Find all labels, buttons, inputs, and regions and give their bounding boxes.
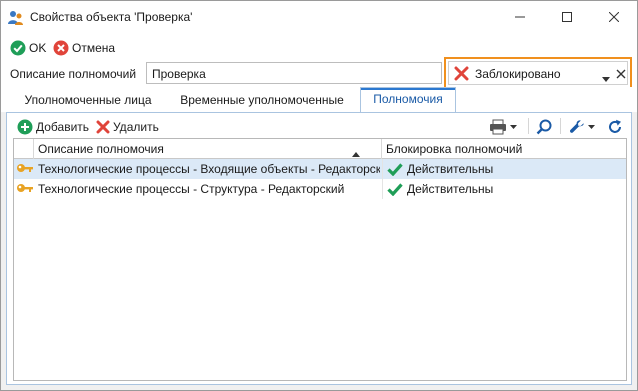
- title-bar: Свойства объекта 'Проверка': [1, 1, 637, 33]
- checkmark-circle-icon: [10, 40, 26, 55]
- properties-dialog: Свойства объекта 'Проверка' OK Отмена Оп…: [0, 0, 638, 391]
- column-divider: [382, 179, 383, 199]
- row-description: Технологические процессы - Структура - Р…: [38, 182, 345, 196]
- description-row: Описание полномочий Проверка Заблокирова…: [1, 57, 637, 89]
- window-title: Свойства объекта 'Проверка': [30, 10, 193, 24]
- close-button[interactable]: [591, 1, 637, 33]
- key-icon: [16, 181, 34, 200]
- printer-icon: [490, 119, 506, 134]
- green-check-icon: [387, 162, 403, 179]
- maximize-button[interactable]: [544, 1, 590, 33]
- grid-header: Описание полномочия Блокировка полномочи…: [14, 139, 626, 159]
- search-button[interactable]: [536, 118, 552, 135]
- permissions-panel: Добавить Удалить Описание полномочия Бло…: [6, 112, 632, 385]
- table-row[interactable]: Технологические процессы - Входящие объе…: [14, 159, 626, 179]
- row-description: Технологические процессы - Входящие объе…: [38, 162, 380, 176]
- refresh-button[interactable]: [607, 118, 623, 135]
- search-icon: [536, 119, 552, 134]
- ok-label: OK: [29, 40, 47, 55]
- clear-icon[interactable]: [616, 68, 626, 82]
- sort-ascending-icon: [352, 146, 360, 160]
- key-icon: [16, 161, 34, 180]
- toolbar-separator: [560, 118, 561, 134]
- row-indicator-header: [14, 139, 34, 159]
- status-field: Заблокировано: [448, 61, 628, 85]
- users-icon: [8, 10, 24, 26]
- tab-strip: Уполномоченные лица Временные уполномоче…: [1, 87, 637, 113]
- chevron-down-icon: [510, 124, 517, 129]
- description-label: Описание полномочий: [10, 67, 137, 81]
- wrench-icon: [569, 119, 584, 133]
- print-button[interactable]: [489, 118, 517, 135]
- table-row[interactable]: Технологические процессы - Структура - Р…: [14, 179, 626, 199]
- column-divider: [382, 159, 383, 179]
- tab-permissions[interactable]: Полномочия: [360, 87, 456, 113]
- ok-button[interactable]: OK: [10, 39, 46, 56]
- plus-circle-icon: [17, 119, 33, 134]
- cancel-circle-icon: [53, 40, 69, 55]
- toolbar-separator: [528, 118, 529, 134]
- delete-button[interactable]: Удалить: [96, 118, 159, 135]
- active-tab-indicator: [361, 88, 455, 90]
- settings-button[interactable]: [569, 118, 595, 135]
- delete-label: Удалить: [113, 119, 159, 134]
- permissions-grid: Описание полномочия Блокировка полномочи…: [13, 138, 627, 381]
- status-combobox[interactable]: Заблокировано: [444, 57, 632, 89]
- cancel-label: Отмена: [72, 40, 116, 55]
- add-button[interactable]: Добавить: [17, 118, 89, 135]
- status-value: Заблокировано: [475, 67, 561, 81]
- chevron-down-icon[interactable]: [602, 71, 610, 85]
- row-status: Действительны: [407, 162, 494, 176]
- delete-x-icon: [96, 120, 110, 133]
- description-input[interactable]: Проверка: [146, 62, 442, 84]
- green-check-icon: [387, 182, 403, 199]
- column-header-description[interactable]: Описание полномочия: [34, 139, 382, 159]
- chevron-down-icon: [588, 124, 595, 129]
- column-header-blocking[interactable]: Блокировка полномочий: [382, 139, 626, 159]
- refresh-icon: [609, 119, 621, 133]
- minimize-button[interactable]: [497, 1, 543, 33]
- minimize-icon: [515, 16, 525, 18]
- add-label: Добавить: [36, 119, 90, 134]
- grid-toolbar: Добавить Удалить: [7, 113, 631, 139]
- row-status: Действительны: [407, 182, 494, 196]
- cancel-button[interactable]: Отмена: [53, 39, 115, 56]
- tab-authorized-persons[interactable]: Уполномоченные лица: [14, 89, 162, 112]
- close-icon: [609, 12, 619, 22]
- maximize-icon: [562, 12, 572, 22]
- tab-temporary-authorized[interactable]: Временные уполномоченные: [168, 89, 356, 112]
- red-x-icon: [454, 66, 469, 84]
